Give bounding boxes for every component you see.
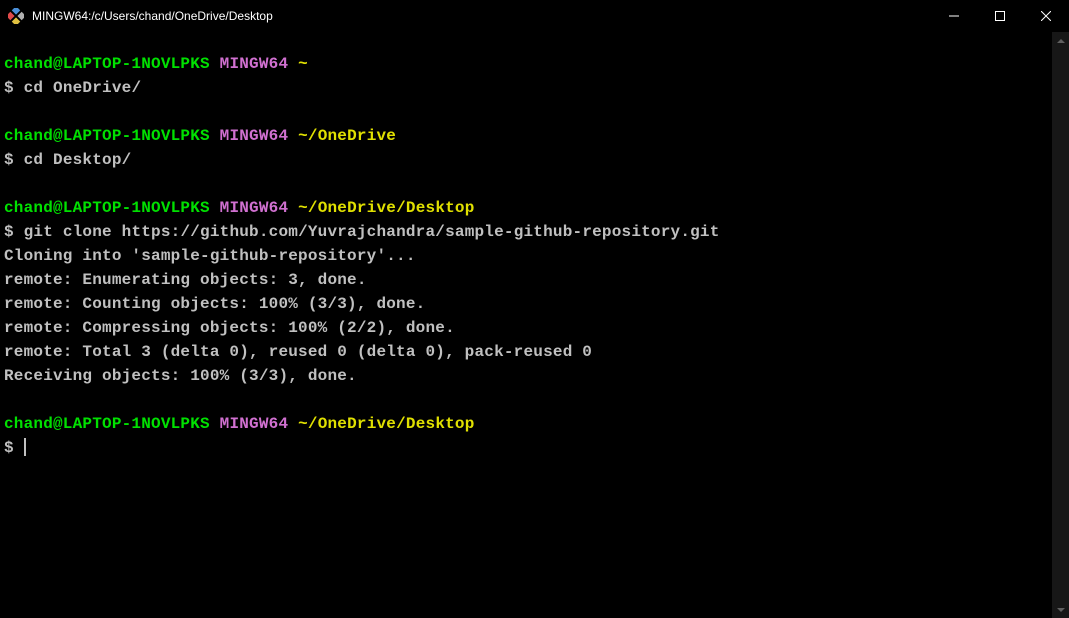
- cwd-path: ~/OneDrive/Desktop: [298, 415, 474, 433]
- maximize-button[interactable]: [977, 0, 1023, 31]
- cwd-path: ~: [298, 55, 308, 73]
- prompt-symbol: $: [4, 223, 14, 241]
- titlebar[interactable]: MINGW64:/c/Users/chand/OneDrive/Desktop: [0, 0, 1069, 32]
- terminal-block: chand@LAPTOP-1NOVLPKS MINGW64 ~/OneDrive…: [4, 412, 1052, 460]
- close-button[interactable]: [1023, 0, 1069, 31]
- prompt-symbol: $: [4, 439, 14, 457]
- user-host: chand@LAPTOP-1NOVLPKS: [4, 127, 210, 145]
- prompt-symbol: $: [4, 151, 14, 169]
- output-line: remote: Counting objects: 100% (3/3), do…: [4, 295, 425, 313]
- shell-name: MINGW64: [220, 199, 289, 217]
- command-text: cd OneDrive/: [24, 79, 142, 97]
- cursor: [24, 438, 26, 456]
- window-controls: [931, 0, 1069, 31]
- output-line: Receiving objects: 100% (3/3), done.: [4, 367, 357, 385]
- shell-name: MINGW64: [220, 127, 289, 145]
- terminal-content[interactable]: chand@LAPTOP-1NOVLPKS MINGW64 ~ $ cd One…: [0, 32, 1052, 618]
- command-text: git clone https://github.com/Yuvrajchand…: [24, 223, 720, 241]
- cwd-path: ~/OneDrive: [298, 127, 396, 145]
- terminal-body: chand@LAPTOP-1NOVLPKS MINGW64 ~ $ cd One…: [0, 32, 1069, 618]
- scroll-down-icon[interactable]: [1052, 601, 1069, 618]
- shell-name: MINGW64: [220, 415, 289, 433]
- terminal-block: chand@LAPTOP-1NOVLPKS MINGW64 ~ $ cd One…: [4, 52, 1052, 100]
- command-text: cd Desktop/: [24, 151, 132, 169]
- output-line: remote: Compressing objects: 100% (2/2),…: [4, 319, 455, 337]
- terminal-window: MINGW64:/c/Users/chand/OneDrive/Desktop …: [0, 0, 1069, 618]
- user-host: chand@LAPTOP-1NOVLPKS: [4, 199, 210, 217]
- terminal-block: chand@LAPTOP-1NOVLPKS MINGW64 ~/OneDrive…: [4, 124, 1052, 172]
- scrollbar[interactable]: [1052, 32, 1069, 618]
- user-host: chand@LAPTOP-1NOVLPKS: [4, 55, 210, 73]
- terminal-block: chand@LAPTOP-1NOVLPKS MINGW64 ~/OneDrive…: [4, 196, 1052, 388]
- app-icon: [8, 8, 24, 24]
- output-line: remote: Enumerating objects: 3, done.: [4, 271, 367, 289]
- output-line: Cloning into 'sample-github-repository'.…: [4, 247, 416, 265]
- minimize-button[interactable]: [931, 0, 977, 31]
- scroll-up-icon[interactable]: [1052, 32, 1069, 49]
- prompt-symbol: $: [4, 79, 14, 97]
- user-host: chand@LAPTOP-1NOVLPKS: [4, 415, 210, 433]
- window-title: MINGW64:/c/Users/chand/OneDrive/Desktop: [32, 9, 931, 23]
- shell-name: MINGW64: [220, 55, 289, 73]
- output-line: remote: Total 3 (delta 0), reused 0 (del…: [4, 343, 592, 361]
- cwd-path: ~/OneDrive/Desktop: [298, 199, 474, 217]
